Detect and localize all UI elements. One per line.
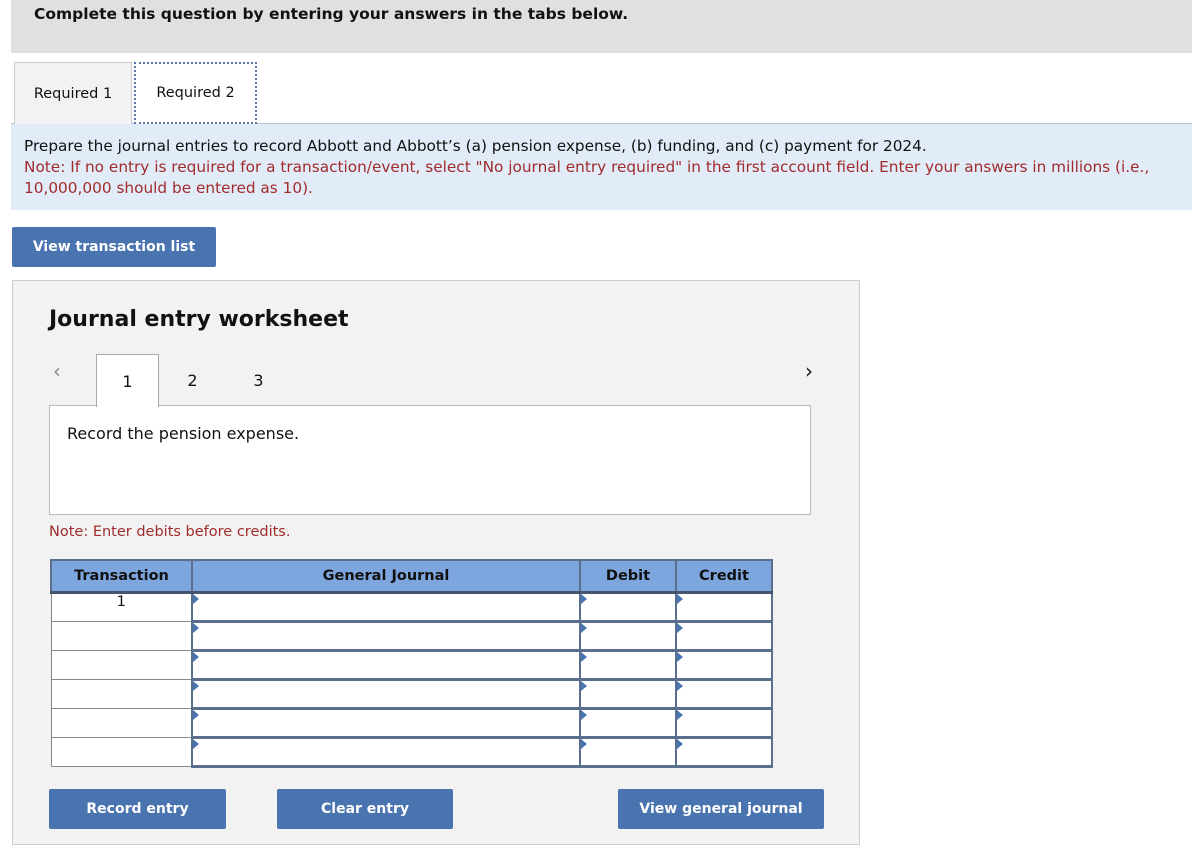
credit-input[interactable] (675, 649, 773, 681)
table-row (50, 707, 773, 739)
clear-entry-button[interactable]: Clear entry (277, 789, 453, 829)
transaction-cell (50, 620, 193, 651)
worksheet-note: Note: Enter debits before credits. (49, 524, 291, 540)
credit-input[interactable] (675, 678, 773, 710)
view-transaction-list-button[interactable]: View transaction list (12, 227, 216, 267)
chevron-right-icon[interactable]: › (805, 359, 813, 383)
credit-input[interactable] (675, 707, 773, 739)
table-row (50, 736, 773, 768)
credit-input[interactable] (675, 591, 773, 623)
transaction-cell (50, 678, 193, 709)
table-row (50, 678, 773, 710)
debit-input[interactable] (579, 591, 677, 623)
worksheet-page-1[interactable]: 1 (96, 354, 159, 407)
account-input[interactable] (191, 620, 581, 652)
table-row (50, 620, 773, 652)
worksheet-title: Journal entry worksheet (49, 307, 349, 332)
account-input[interactable] (191, 591, 581, 623)
debit-input[interactable] (579, 649, 677, 681)
journal-table: Transaction General Journal Debit Credit… (50, 559, 773, 768)
credit-input[interactable] (675, 736, 773, 768)
tab-required-2[interactable]: Required 2 (134, 62, 257, 124)
header-debit: Debit (579, 559, 677, 594)
account-input[interactable] (191, 649, 581, 681)
header-bar: Complete this question by entering your … (11, 0, 1192, 53)
header-transaction: Transaction (50, 559, 193, 594)
instructions-note: Note: If no entry is required for a tran… (24, 158, 1150, 197)
table-row: 1 (50, 591, 773, 623)
debit-input[interactable] (579, 707, 677, 739)
journal-entry-worksheet: Journal entry worksheet ‹ 1 2 3 › Record… (12, 280, 860, 845)
table-row (50, 649, 773, 681)
transaction-cell (50, 649, 193, 680)
view-general-journal-button[interactable]: View general journal (618, 789, 824, 829)
account-input[interactable] (191, 707, 581, 739)
debit-input[interactable] (579, 620, 677, 652)
worksheet-page-2[interactable]: 2 (161, 354, 224, 406)
instructions-text: Prepare the journal entries to record Ab… (24, 137, 927, 155)
debit-input[interactable] (579, 736, 677, 768)
entry-description: Record the pension expense. (49, 405, 811, 515)
debit-input[interactable] (579, 678, 677, 710)
credit-input[interactable] (675, 620, 773, 652)
header-credit: Credit (675, 559, 773, 594)
chevron-left-icon[interactable]: ‹ (53, 359, 61, 383)
transaction-cell (50, 736, 193, 767)
instructions-panel: Prepare the journal entries to record Ab… (11, 124, 1192, 210)
transaction-cell (50, 707, 193, 738)
account-input[interactable] (191, 678, 581, 710)
transaction-cell: 1 (50, 591, 193, 622)
worksheet-page-3[interactable]: 3 (227, 354, 290, 406)
tab-bar: Required 1 Required 2 (11, 62, 1192, 124)
header-general-journal: General Journal (191, 559, 581, 594)
account-input[interactable] (191, 736, 581, 768)
record-entry-button[interactable]: Record entry (49, 789, 226, 829)
page-title: Complete this question by entering your … (34, 5, 629, 23)
tab-required-1[interactable]: Required 1 (14, 62, 132, 124)
